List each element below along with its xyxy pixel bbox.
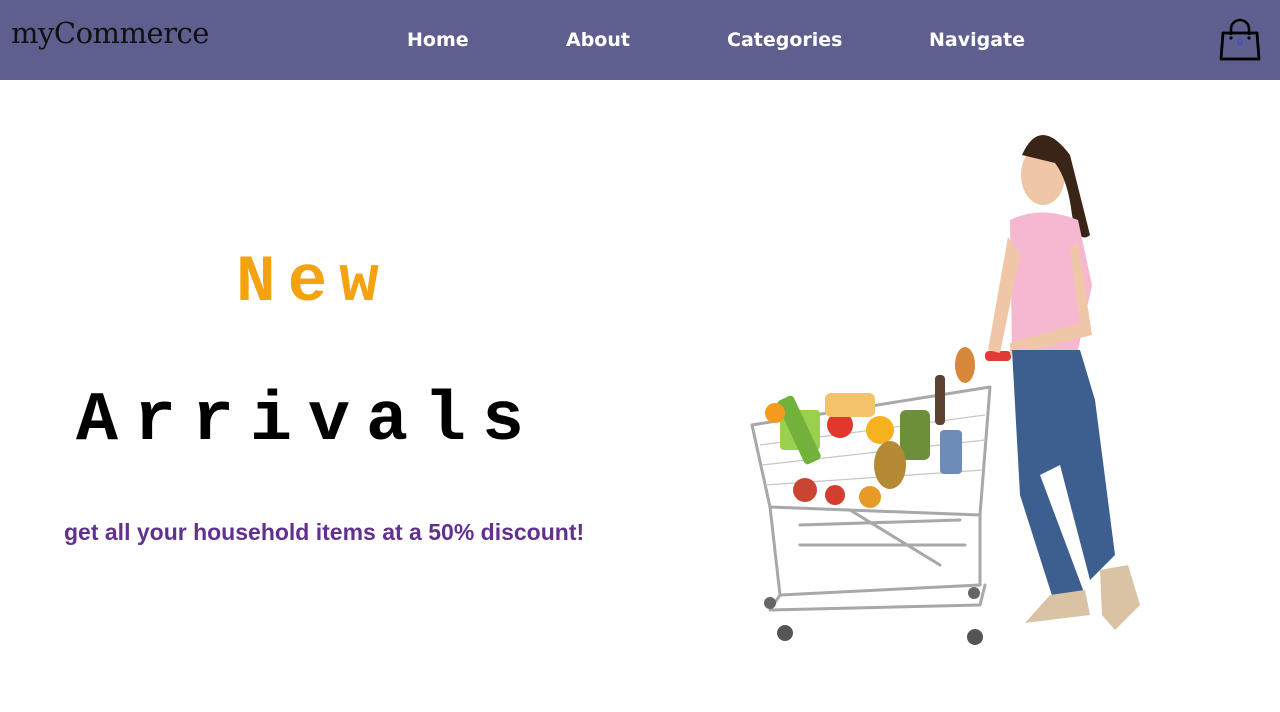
cart-count: 0 (1237, 38, 1243, 48)
logo[interactable]: myCommerce (11, 16, 209, 50)
hero-headline-arrivals: Arrivals (76, 382, 541, 461)
hero-headline-new: New (236, 245, 391, 320)
nav-link-navigate[interactable]: Navigate (929, 28, 1025, 52)
hero-tagline: get all your household items at a 50% di… (64, 519, 585, 545)
woman-pushing-grocery-cart-image (750, 135, 1140, 645)
nav-link-categories[interactable]: Categories (727, 28, 842, 52)
navbar: myCommerce Home About Categories Navigat… (0, 0, 1280, 80)
nav-link-home[interactable]: Home (407, 28, 469, 52)
nav-link-about[interactable]: About (566, 28, 630, 52)
cart-button[interactable]: 0 (1218, 18, 1262, 64)
